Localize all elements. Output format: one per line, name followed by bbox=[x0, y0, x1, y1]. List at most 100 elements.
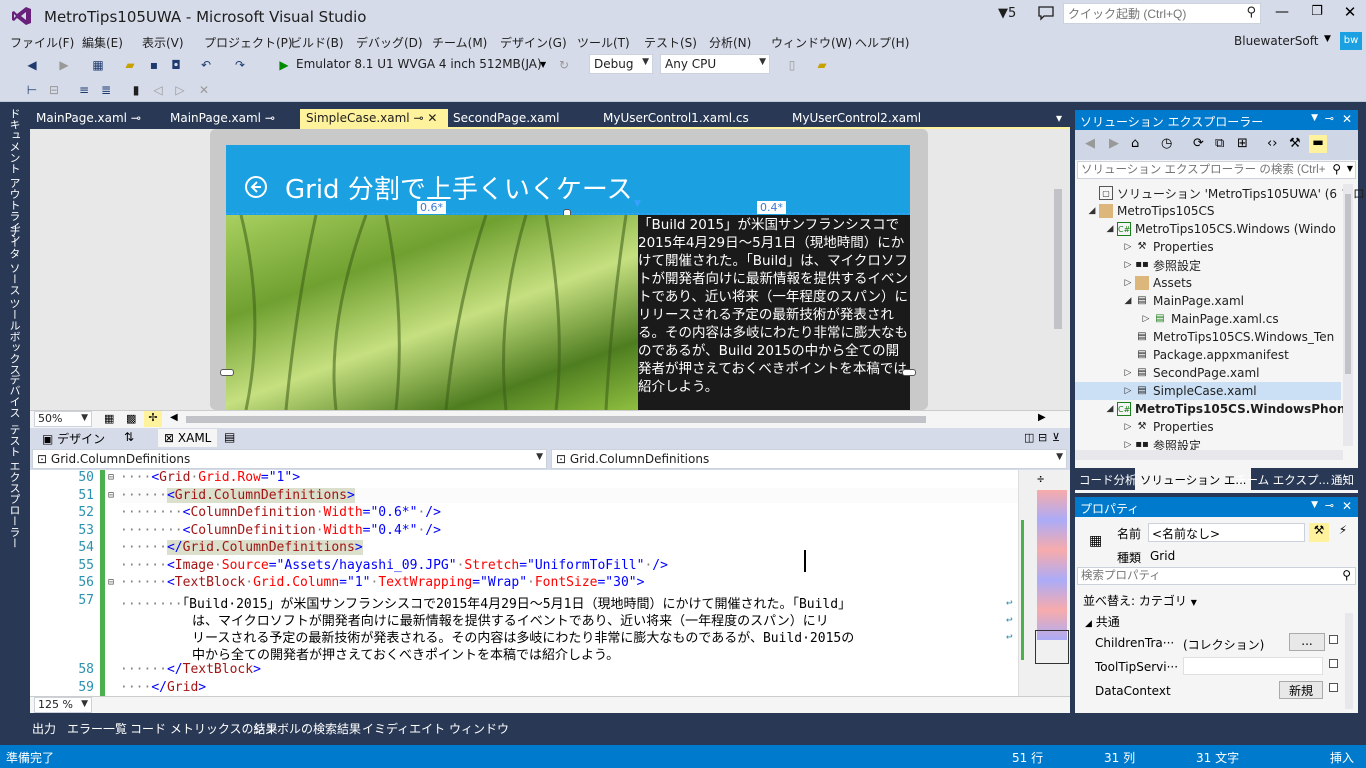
tree-item-solution[interactable]: ▢ ソリューション 'MetroTips105UWA' (6 プロジェ bbox=[1085, 184, 1366, 202]
resize-handle-right[interactable] bbox=[902, 369, 916, 376]
menu-design[interactable]: デザイン(G) bbox=[500, 33, 567, 51]
collapsed-icon[interactable]: ▷ bbox=[1121, 422, 1135, 432]
account-dropdown-icon[interactable]: ▼ bbox=[1324, 34, 1331, 44]
sync-icon[interactable]: ⟳ bbox=[1193, 136, 1204, 151]
pending-changes-icon[interactable]: ◷ bbox=[1161, 136, 1172, 151]
tab-overflow-icon[interactable]: ▾ bbox=[1056, 111, 1062, 125]
doc-tab-mainpage-2[interactable]: MainPage.xaml ⊸ bbox=[164, 109, 281, 129]
panel-menu-icon[interactable]: ▼ bbox=[1311, 113, 1318, 123]
property-search-input[interactable] bbox=[1078, 568, 1333, 584]
open-file-icon[interactable]: ▰ bbox=[122, 57, 138, 73]
horizontal-split-icon[interactable]: ⊟ bbox=[1038, 431, 1047, 444]
panel-tab-solution-explorer[interactable]: ソリューション エ... bbox=[1135, 468, 1252, 490]
minimize-button[interactable]: — bbox=[1272, 4, 1292, 24]
xaml-code-editor[interactable]: 50 51 52 53 54 55 56 57 58 59 ⊟ ⊟ ⊟ ····… bbox=[30, 470, 1070, 696]
back-icon[interactable]: ◀ bbox=[1085, 136, 1095, 151]
collapse-outline-icon[interactable]: ⊟ bbox=[108, 577, 114, 588]
feedback-icon[interactable] bbox=[1037, 5, 1055, 21]
menu-team[interactable]: チーム(M) bbox=[432, 33, 487, 51]
collapse-all-icon[interactable]: ⧉ bbox=[1215, 136, 1224, 151]
column-marker-icon[interactable]: ▼ bbox=[634, 199, 641, 209]
menu-tools[interactable]: ツール(T) bbox=[577, 33, 630, 51]
device-icon[interactable]: ▯ bbox=[784, 57, 800, 73]
menu-debug[interactable]: デバッグ(D) bbox=[356, 33, 423, 51]
snap-lines-icon[interactable]: ✢ bbox=[144, 411, 162, 427]
collapse-outline-icon[interactable]: ⊟ bbox=[108, 472, 114, 483]
tree-scroll-thumb[interactable] bbox=[1345, 194, 1351, 374]
platform-combo[interactable]: Any CPU ▼ bbox=[660, 54, 770, 74]
show-all-files-icon[interactable]: ⊞ bbox=[1237, 136, 1248, 151]
pin-icon[interactable]: ⊸ bbox=[413, 111, 423, 125]
doc-tab-simplecase[interactable]: SimpleCase.xaml ⊸ ✕ bbox=[300, 109, 448, 129]
property-value-input[interactable] bbox=[1183, 657, 1323, 675]
account-avatar[interactable]: bw bbox=[1340, 32, 1362, 50]
bottom-tab-error-list[interactable]: エラー一覧 bbox=[67, 720, 127, 737]
nav-left-combo[interactable]: ⊡ Grid.ColumnDefinitions ▼ bbox=[32, 449, 547, 469]
preview-selected-icon[interactable]: ▬ bbox=[1309, 135, 1327, 153]
menu-test[interactable]: テスト(S) bbox=[644, 33, 697, 51]
designer-horizontal-scrollbar[interactable] bbox=[186, 416, 926, 423]
bottom-tab-find-symbol[interactable]: シンボルの検索結果 bbox=[253, 720, 361, 737]
sort-by-dropdown[interactable]: 並べ替え: カテゴリ ▼ bbox=[1083, 592, 1197, 609]
rail-tab-devices[interactable]: デバイス bbox=[6, 374, 22, 418]
doc-tab-mainpage-1[interactable]: MainPage.xaml ⊸ bbox=[30, 109, 147, 129]
collapsed-icon[interactable]: ▷ bbox=[1139, 314, 1153, 324]
properties-scrollbar[interactable] bbox=[1345, 613, 1353, 709]
home-icon[interactable]: ⌂ bbox=[1131, 136, 1139, 151]
tree-horizontal-scrollbar[interactable] bbox=[1075, 450, 1343, 460]
run-target-label[interactable]: Emulator 8.1 U1 WVGA 4 inch 512MB(JA) bbox=[296, 57, 542, 71]
property-marker[interactable] bbox=[1329, 635, 1338, 644]
quick-info-icon[interactable]: ⊢ bbox=[24, 82, 40, 98]
code-map-scrollbar[interactable]: ÷ bbox=[1018, 470, 1070, 696]
app-page-header[interactable]: Grid 分割で上手くいくケース bbox=[226, 145, 910, 215]
property-marker[interactable] bbox=[1329, 659, 1338, 668]
collapse-pane-icon[interactable]: ⊻ bbox=[1052, 431, 1060, 444]
new-project-icon[interactable]: ▦ bbox=[90, 57, 106, 73]
indent-icon[interactable]: ≣ bbox=[98, 82, 114, 98]
doc-tab-secondpage[interactable]: SecondPage.xaml bbox=[447, 109, 566, 129]
panel-tab-team-explorer[interactable]: チーム エクスプ... bbox=[1235, 472, 1329, 488]
restore-button[interactable]: ❐ bbox=[1307, 4, 1327, 24]
redo-icon[interactable]: ↷ bbox=[232, 57, 248, 73]
quick-launch-input[interactable] bbox=[1064, 4, 1239, 23]
col-width-right-label[interactable]: 0.4* bbox=[757, 201, 786, 214]
scroll-right-icon[interactable]: ▶ bbox=[1038, 412, 1046, 423]
nav-right-combo[interactable]: ⊡ Grid.ColumnDefinitions ▼ bbox=[551, 449, 1067, 469]
textblock-preview[interactable]: 「Build 2015」が米国サンフランシスコで2015年4月29日～5月1日（… bbox=[638, 215, 910, 410]
popup-xaml-icon[interactable]: ▤ bbox=[224, 430, 235, 444]
tree-item-mainpage-xaml[interactable]: ◢ ▤ MainPage.xaml bbox=[1121, 292, 1244, 310]
scroll-left-icon[interactable]: ◀ bbox=[170, 412, 178, 423]
tree-item-windows-ten[interactable]: ▤ MetroTips105CS.Windows_Ten bbox=[1121, 328, 1334, 346]
doc-tab-myusercontrol1[interactable]: MyUserControl1.xaml.cs bbox=[597, 109, 755, 129]
menu-help[interactable]: ヘルプ(H) bbox=[855, 33, 909, 51]
bottom-tab-immediate[interactable]: イミディエイト ウィンドウ bbox=[362, 720, 509, 737]
property-marker[interactable] bbox=[1329, 683, 1338, 692]
vertical-split-icon[interactable]: ◫ bbox=[1024, 431, 1034, 444]
new-datacontext-button[interactable]: 新規 bbox=[1279, 681, 1323, 699]
clear-bookmarks-icon[interactable]: ✕ bbox=[196, 82, 212, 98]
pin-icon[interactable]: ⊸ bbox=[131, 111, 141, 125]
rail-tab-test-explorer[interactable]: テスト エクスプローラー bbox=[6, 424, 22, 549]
menu-project[interactable]: プロジェクト(P) bbox=[204, 33, 293, 51]
menu-edit[interactable]: 編集(E) bbox=[82, 33, 123, 51]
back-nav-icon[interactable]: ◀ bbox=[24, 57, 40, 73]
menu-view[interactable]: 表示(V) bbox=[142, 33, 184, 51]
view-code-icon[interactable]: ‹› bbox=[1267, 136, 1277, 151]
rail-tab-toolbox[interactable]: ツールボックス bbox=[6, 298, 22, 375]
tree-item-secondpage[interactable]: ▷ ▤ SecondPage.xaml bbox=[1121, 364, 1260, 382]
pin-icon[interactable]: ⊸ bbox=[1325, 112, 1334, 125]
pin-icon[interactable]: ⊸ bbox=[1325, 499, 1334, 512]
doc-tab-myusercontrol2[interactable]: MyUserControl2.xaml bbox=[786, 109, 927, 129]
collapsed-icon[interactable]: ▷ bbox=[1121, 386, 1135, 396]
start-debugging-icon[interactable]: ▶ bbox=[276, 57, 292, 73]
solution-search-box[interactable]: ⚲ ▼ bbox=[1077, 161, 1356, 179]
swap-panes-icon[interactable]: ⇅ bbox=[124, 430, 134, 444]
menu-file[interactable]: ファイル(F) bbox=[10, 33, 74, 51]
designer-vertical-scrollbar[interactable] bbox=[1054, 189, 1062, 329]
element-name-input[interactable]: <名前なし> bbox=[1148, 523, 1305, 542]
account-name[interactable]: BluewaterSoft bbox=[1234, 34, 1318, 48]
tree-vertical-scrollbar[interactable] bbox=[1343, 184, 1353, 446]
rail-tab-document-outline[interactable]: ドキュメント アウトライン bbox=[6, 108, 22, 244]
save-icon[interactable]: ▪ bbox=[146, 57, 162, 73]
quick-launch-box[interactable]: ⚲ bbox=[1063, 3, 1261, 24]
